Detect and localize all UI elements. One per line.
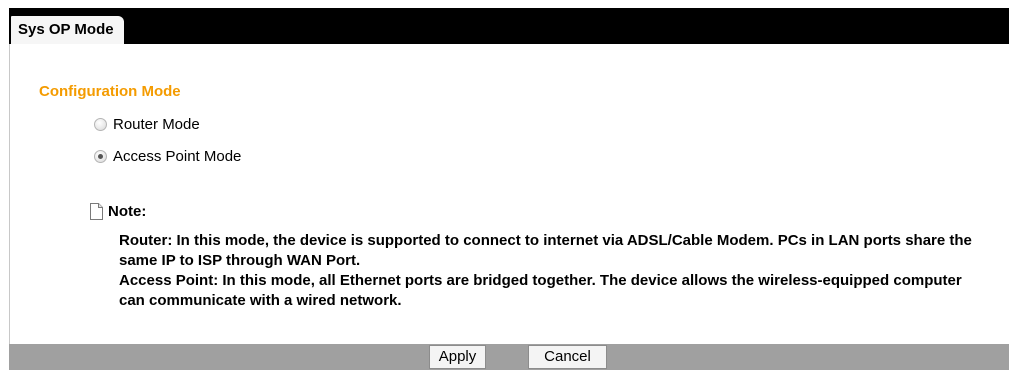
tab-bar: Sys OP Mode	[9, 8, 1009, 44]
sys-op-mode-page: Sys OP Mode Configuration Mode Router Mo…	[0, 0, 1009, 370]
note-title: Note:	[108, 203, 147, 220]
content-panel: Configuration Mode Router Mode Access Po…	[9, 44, 1009, 344]
note-body: Router: In this mode, the device is supp…	[119, 231, 979, 311]
footer-bar: Apply Cancel	[9, 344, 1009, 370]
access-point-mode-label: Access Point Mode	[113, 148, 242, 165]
tab-sys-op-mode[interactable]: Sys OP Mode	[11, 16, 124, 44]
section-title: Configuration Mode	[39, 83, 181, 100]
note-access-point-text: Access Point: In this mode, all Ethernet…	[119, 272, 962, 309]
cancel-button[interactable]: Cancel	[528, 345, 607, 369]
access-point-mode-radio[interactable]	[94, 150, 107, 163]
router-mode-option[interactable]: Router Mode	[94, 116, 200, 133]
router-mode-radio[interactable]	[94, 118, 107, 131]
note-header: Note:	[90, 203, 146, 220]
apply-button[interactable]: Apply	[429, 345, 486, 369]
top-strip	[0, 0, 1009, 8]
note-router-text: Router: In this mode, the device is supp…	[119, 232, 972, 269]
document-icon	[90, 203, 103, 220]
access-point-mode-option[interactable]: Access Point Mode	[94, 148, 241, 165]
router-mode-label: Router Mode	[113, 116, 200, 133]
